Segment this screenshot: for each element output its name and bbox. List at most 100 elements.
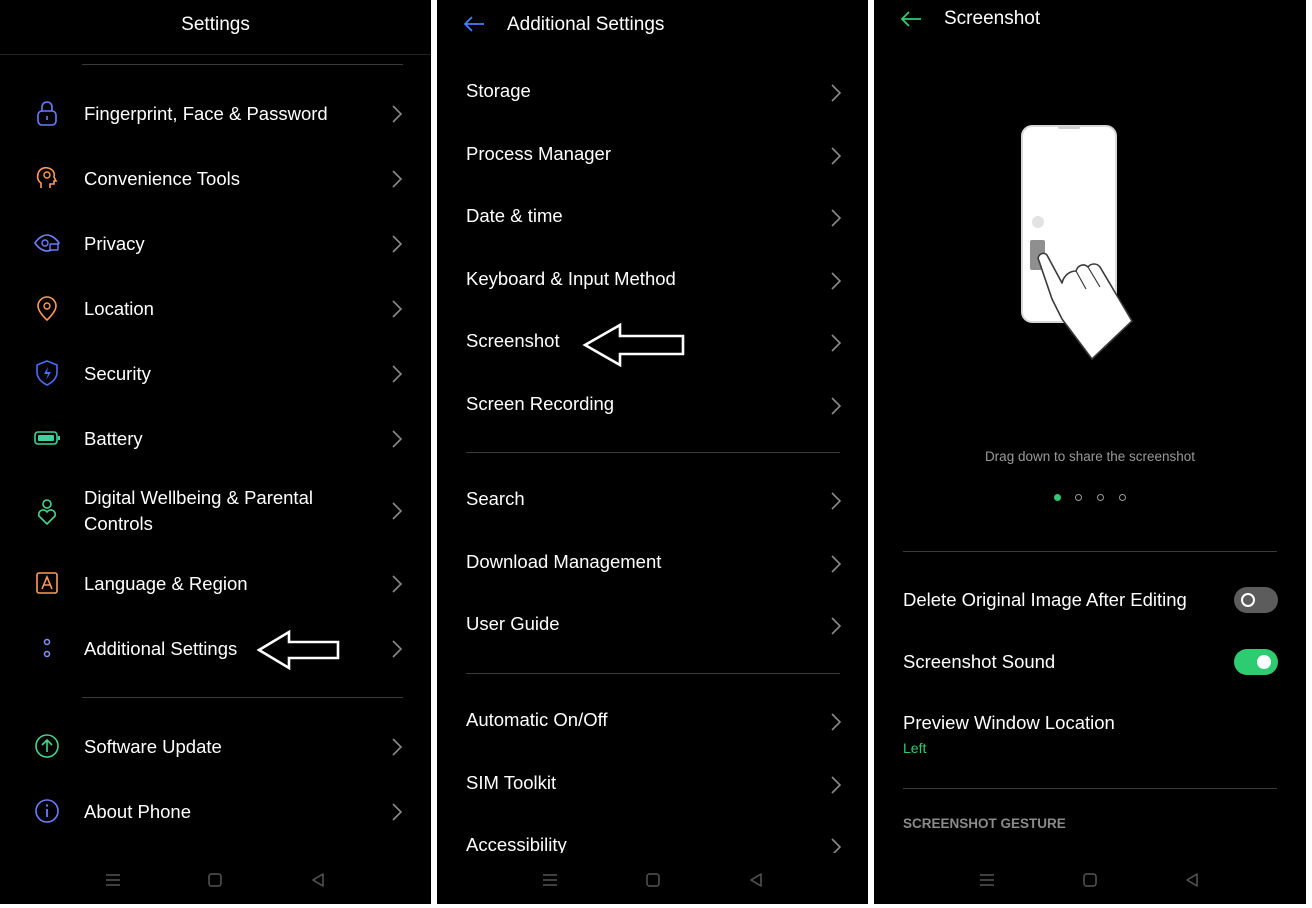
page-dot [1075, 494, 1082, 501]
info-icon [35, 799, 59, 823]
chevron-right-icon [831, 84, 842, 102]
divider [82, 64, 403, 65]
chevron-right-icon [392, 105, 403, 123]
list-item-keyboard-input[interactable]: Keyboard & Input Method [437, 253, 868, 309]
settings-item-label: Convenience Tools [84, 168, 240, 189]
page-title: Settings [181, 14, 250, 35]
settings-item-convenience-tools[interactable]: Convenience Tools [0, 150, 431, 208]
list-item-label: User Guide [466, 613, 560, 634]
menu-nav-icon[interactable] [978, 872, 996, 888]
chevron-right-icon [392, 300, 403, 318]
chevron-right-icon [392, 803, 403, 821]
chevron-right-icon [392, 640, 403, 658]
phone-gesture-illustration [1021, 125, 1133, 360]
page-dot-active [1054, 494, 1061, 501]
list-item-download-management[interactable]: Download Management [437, 536, 868, 592]
home-nav-icon[interactable] [1082, 872, 1098, 888]
chevron-right-icon [392, 365, 403, 383]
settings-item-about-phone[interactable]: About Phone [0, 783, 431, 841]
delete-original-toggle[interactable] [1234, 587, 1278, 613]
back-arrow-icon[interactable] [900, 10, 922, 28]
settings-screen: Settings Fingerprint, Face & Password Co… [0, 0, 431, 904]
page-title: Additional Settings [507, 14, 665, 35]
settings-item-software-update[interactable]: Software Update [0, 718, 431, 776]
wellbeing-icon [37, 499, 57, 526]
home-nav-icon[interactable] [207, 872, 223, 888]
chevron-right-icon [831, 209, 842, 227]
chevron-right-icon [392, 575, 403, 593]
language-icon [36, 572, 58, 594]
list-item-user-guide[interactable]: User Guide [437, 598, 868, 654]
chevron-right-icon [831, 492, 842, 510]
chevron-right-icon [831, 334, 842, 352]
settings-item-additional-settings[interactable]: Additional Settings [0, 620, 431, 678]
settings-item-label: Privacy [84, 233, 145, 254]
chevron-right-icon [831, 617, 842, 635]
settings-item-label-line2: Controls [84, 513, 153, 534]
settings-item-label: Additional Settings [84, 638, 238, 659]
settings-item-label: Location [84, 298, 154, 319]
chevron-right-icon [392, 235, 403, 253]
back-arrow-icon[interactable] [463, 15, 485, 33]
gesture-caption: Drag down to share the screenshot [984, 449, 1196, 464]
preview-window-location-label: Preview Window Location [903, 712, 1115, 733]
screenshot-sound-row[interactable]: Screenshot Sound [874, 637, 1306, 687]
divider [903, 551, 1277, 552]
delete-original-row[interactable]: Delete Original Image After Editing [874, 575, 1306, 625]
home-nav-icon[interactable] [645, 872, 661, 888]
page-title: Screenshot [944, 8, 1041, 29]
settings-item-digital-wellbeing[interactable]: Digital Wellbeing & Parental Controls [0, 480, 431, 544]
screenshot-sound-toggle[interactable] [1234, 649, 1278, 675]
chevron-right-icon [831, 713, 842, 731]
chevron-right-icon [831, 838, 842, 853]
navigation-bar [874, 854, 1306, 904]
settings-item-battery[interactable]: Battery [0, 410, 431, 468]
list-item-sim-toolkit[interactable]: SIM Toolkit [437, 757, 868, 813]
settings-item-privacy[interactable]: Privacy [0, 215, 431, 273]
settings-item-security[interactable]: Security [0, 345, 431, 403]
settings-item-label: Software Update [84, 736, 222, 757]
menu-nav-icon[interactable] [104, 872, 122, 888]
lock-icon [37, 101, 57, 126]
chevron-right-icon [392, 430, 403, 448]
page-dot [1119, 494, 1126, 501]
head-icon [36, 166, 58, 188]
list-item-automatic-on-off[interactable]: Automatic On/Off [437, 694, 868, 750]
list-item-label: Date & time [466, 205, 563, 226]
settings-item-fingerprint[interactable]: Fingerprint, Face & Password [0, 85, 431, 143]
list-item-accessibility[interactable]: Accessibility [437, 819, 868, 853]
list-item-search[interactable]: Search [437, 473, 868, 529]
settings-item-language-region[interactable]: Language & Region [0, 555, 431, 613]
list-item-date-time[interactable]: Date & time [437, 190, 868, 246]
chevron-right-icon [831, 397, 842, 415]
chevron-right-icon [831, 147, 842, 165]
preview-window-location-row[interactable]: Preview Window Location Left [874, 705, 1306, 767]
more-icon [43, 638, 51, 658]
preview-window-location-value: Left [903, 740, 927, 756]
back-nav-icon[interactable] [748, 872, 764, 888]
chevron-right-icon [392, 170, 403, 188]
back-nav-icon[interactable] [310, 872, 326, 888]
list-item-label: Accessibility [466, 834, 567, 853]
toggle-knob [1241, 593, 1255, 607]
list-item-label: Process Manager [466, 143, 611, 164]
section-header-screenshot-gesture: SCREENSHOT GESTURE [903, 816, 1066, 831]
menu-nav-icon[interactable] [541, 872, 559, 888]
location-pin-icon [37, 296, 57, 322]
list-item-label: Keyboard & Input Method [466, 268, 676, 289]
back-nav-icon[interactable] [1184, 872, 1200, 888]
settings-item-label: Digital Wellbeing & Parental [84, 487, 313, 508]
list-item-screen-recording[interactable]: Screen Recording [437, 378, 868, 434]
eye-lock-icon [34, 234, 60, 252]
list-item-process-manager[interactable]: Process Manager [437, 128, 868, 184]
list-item-label: Screenshot [466, 330, 560, 351]
chevron-right-icon [831, 272, 842, 290]
settings-item-label: Security [84, 363, 151, 384]
toggle-knob [1257, 655, 1271, 669]
update-icon [35, 734, 59, 758]
battery-icon [34, 431, 60, 445]
list-item-storage[interactable]: Storage [437, 65, 868, 121]
settings-item-label: About Phone [84, 801, 191, 822]
settings-item-location[interactable]: Location [0, 280, 431, 338]
chevron-right-icon [392, 738, 403, 756]
